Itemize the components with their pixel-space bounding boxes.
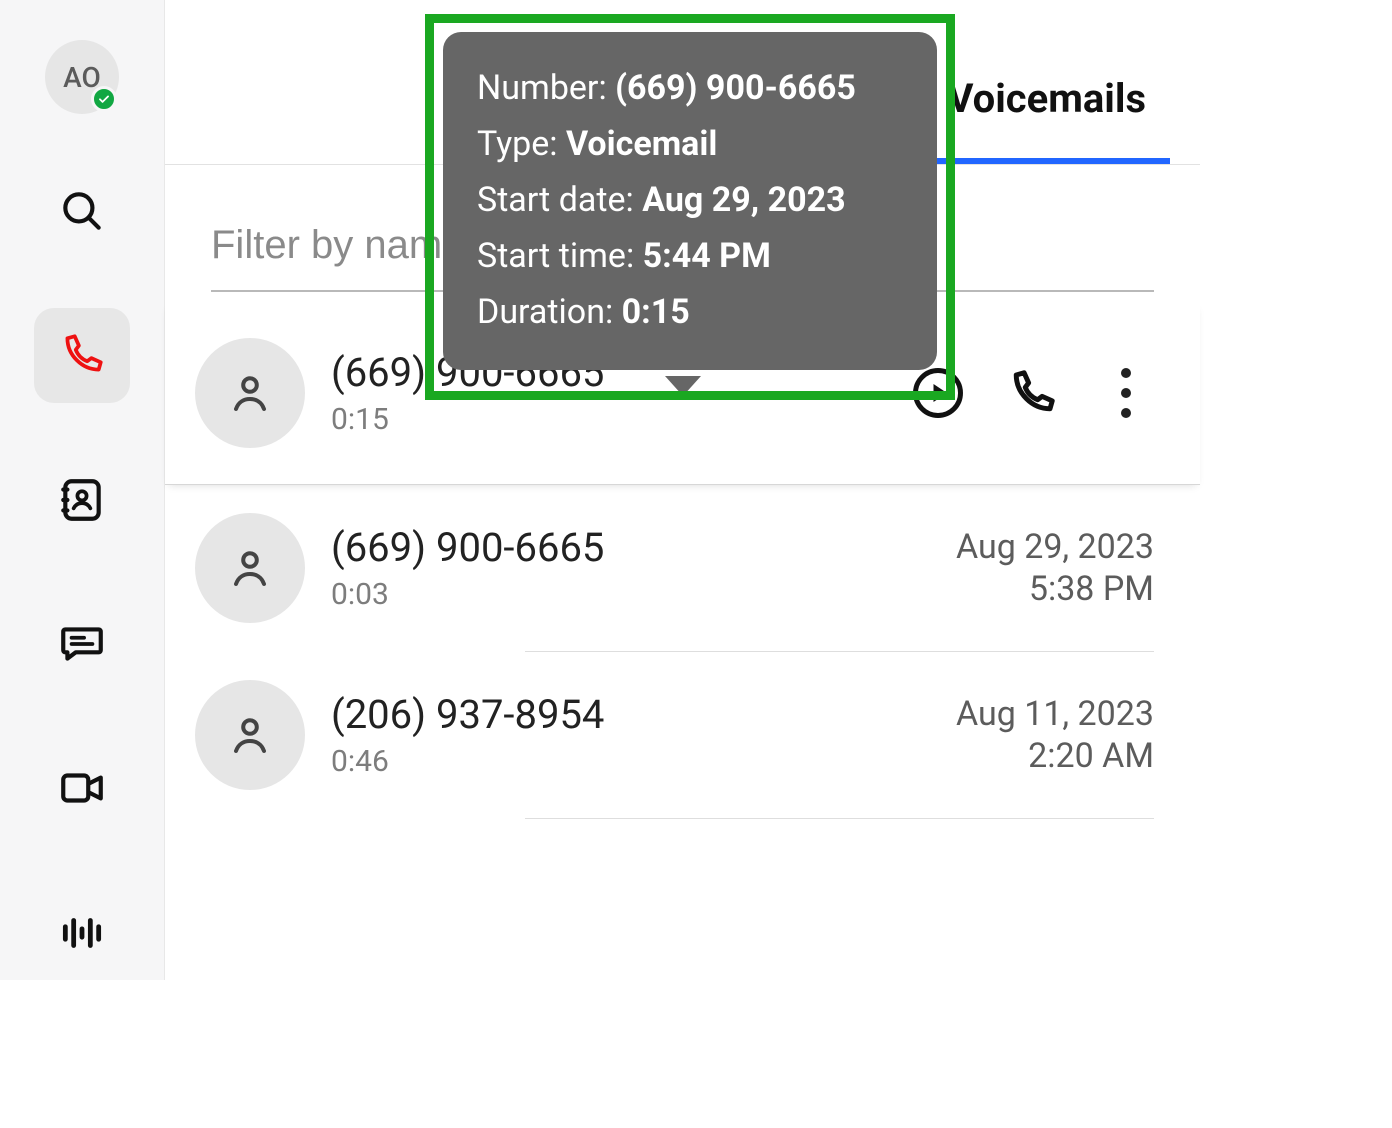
kebab-icon [1121,368,1131,418]
voicemail-list: (669) 900-6665 0:15 [165,302,1200,980]
voicemail-duration: 0:46 [331,744,930,779]
person-icon [195,338,305,448]
voicemail-row[interactable]: (206) 937-8954 0:46 Aug 11, 2023 2:20 AM [165,652,1200,818]
more-options-button[interactable] [1098,365,1154,421]
voicemail-duration: 0:15 [331,402,884,437]
main-panel: Voicemails (669) 900-6665 0:15 [165,0,1200,980]
highlight-frame [425,14,955,400]
voicemail-time: 5:38 PM [956,569,1154,609]
voicemail-number: (206) 937-8954 [331,691,930,738]
video-icon[interactable] [34,741,130,835]
person-icon [195,680,305,790]
call-button[interactable] [1004,365,1060,421]
phone-tab-icon[interactable] [34,308,130,402]
voicemail-date: Aug 29, 2023 [956,527,1154,567]
voicemail-duration: 0:03 [331,577,930,612]
person-icon [195,513,305,623]
contacts-icon[interactable] [34,453,130,547]
voicemail-number: (669) 900-6665 [331,524,930,571]
user-avatar[interactable]: AO [45,40,119,114]
sidebar: AO [0,0,165,980]
voicemail-date: Aug 11, 2023 [956,694,1154,734]
audio-waveform-icon[interactable] [34,886,130,980]
row-divider [525,818,1154,819]
presence-online-icon [91,86,117,112]
voicemail-row[interactable]: (669) 900-6665 0:03 Aug 29, 2023 5:38 PM [165,485,1200,651]
search-icon[interactable] [34,164,130,258]
tab-voicemails[interactable]: Voicemails [923,35,1170,164]
messages-icon[interactable] [34,597,130,691]
voicemail-time: 2:20 AM [956,736,1154,776]
